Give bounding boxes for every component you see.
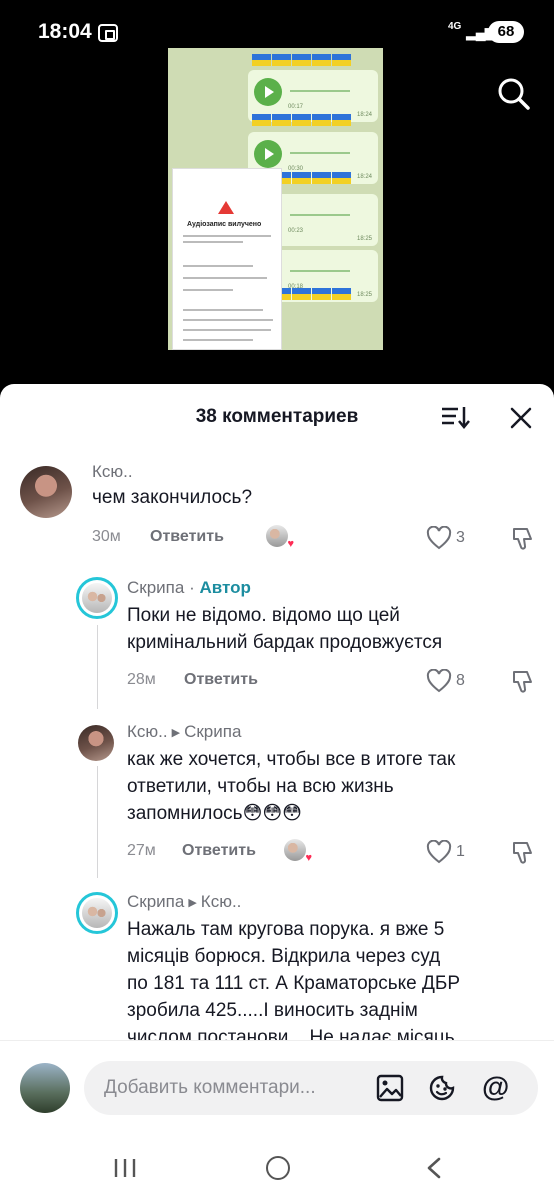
avatar[interactable] xyxy=(76,892,118,934)
battery-indicator: 68 xyxy=(488,21,524,43)
flag-row xyxy=(252,114,352,128)
android-nav-bar xyxy=(0,1149,554,1200)
heart-icon: ♥ xyxy=(305,852,312,864)
screenshot-icon xyxy=(98,24,118,42)
comment-username[interactable]: Ксю.. ▶ Скрипа xyxy=(127,722,241,742)
mention-icon[interactable]: @ xyxy=(482,1071,509,1103)
comment-time: 27м xyxy=(127,842,156,859)
author-badge: Автор xyxy=(199,578,251,597)
comment-list[interactable]: Ксю.. чем закончилось? 30м Ответить ♥ 3 … xyxy=(0,448,554,1040)
comment-text: Поки не відомо. відомо що цей кримінальни… xyxy=(127,605,443,653)
comment-time: 30м xyxy=(92,528,121,545)
dislike-icon[interactable] xyxy=(510,839,536,865)
comment-text: Нажаль там кругова порука. я вже 5 місяці… xyxy=(127,919,461,1040)
comment-username[interactable]: Скрипа ▶ Ксю.. xyxy=(127,892,241,912)
reply-button[interactable]: Ответить xyxy=(182,842,256,860)
sort-icon[interactable] xyxy=(440,404,470,430)
reply-button[interactable]: Ответить xyxy=(150,528,224,546)
like-count: 3 xyxy=(456,529,465,546)
comments-sheet: 38 комментариев Ксю.. чем закончилось? 3… xyxy=(0,384,554,1200)
avatar[interactable] xyxy=(76,577,118,619)
comment-username[interactable]: Скрипа · Автор xyxy=(127,578,251,598)
play-icon xyxy=(254,140,282,168)
creator-liked-badge: ♥ xyxy=(284,839,312,864)
like-count: 1 xyxy=(456,843,465,860)
video-preview[interactable]: 00:17 18:24 00:30 18:24 00:23 18:25 00:1… xyxy=(168,48,383,350)
status-time: 18:04 xyxy=(38,20,92,43)
image-icon[interactable] xyxy=(376,1074,404,1102)
dislike-icon[interactable] xyxy=(510,668,536,694)
heart-icon[interactable] xyxy=(426,669,452,693)
comment-count-title: 38 комментариев xyxy=(195,406,359,427)
recent-apps-icon[interactable] xyxy=(112,1157,138,1179)
avatar[interactable] xyxy=(20,466,72,518)
play-icon xyxy=(254,78,282,106)
heart-icon[interactable] xyxy=(426,840,452,864)
comment-composer-bar: Добавить комментари... @ xyxy=(0,1040,554,1200)
comment-username[interactable]: Ксю.. xyxy=(92,462,133,482)
comment-input-placeholder: Добавить комментари... xyxy=(104,1077,316,1098)
comment-text: чем закончилось? xyxy=(92,487,253,508)
network-type: 4G xyxy=(448,21,462,32)
creator-liked-badge: ♥ xyxy=(266,525,294,550)
comment-input[interactable]: Добавить комментари... @ xyxy=(84,1061,538,1115)
emoji-icon[interactable] xyxy=(428,1074,456,1102)
search-icon[interactable] xyxy=(496,76,532,112)
back-icon[interactable] xyxy=(424,1157,444,1179)
flag-row xyxy=(252,54,352,68)
comment-time: 28м xyxy=(127,671,156,688)
heart-icon[interactable] xyxy=(426,526,452,550)
home-icon[interactable] xyxy=(266,1156,290,1180)
dislike-icon[interactable] xyxy=(510,525,536,551)
reply-arrow-icon: ▶ xyxy=(188,897,197,909)
my-avatar xyxy=(20,1063,70,1113)
inset-screenshot: Аудіозапис вилучено xyxy=(172,168,282,350)
comment-text: как же хочется, чтобы все в итоге так отв… xyxy=(127,749,456,824)
like-count: 8 xyxy=(456,672,465,689)
heart-icon: ♥ xyxy=(287,538,294,550)
avatar[interactable] xyxy=(78,725,114,761)
close-icon[interactable] xyxy=(508,405,534,431)
sheet-header: 38 комментариев xyxy=(0,384,554,448)
reply-arrow-icon: ▶ xyxy=(171,727,181,739)
reply-button[interactable]: Ответить xyxy=(184,671,258,689)
warning-icon xyxy=(218,201,234,214)
